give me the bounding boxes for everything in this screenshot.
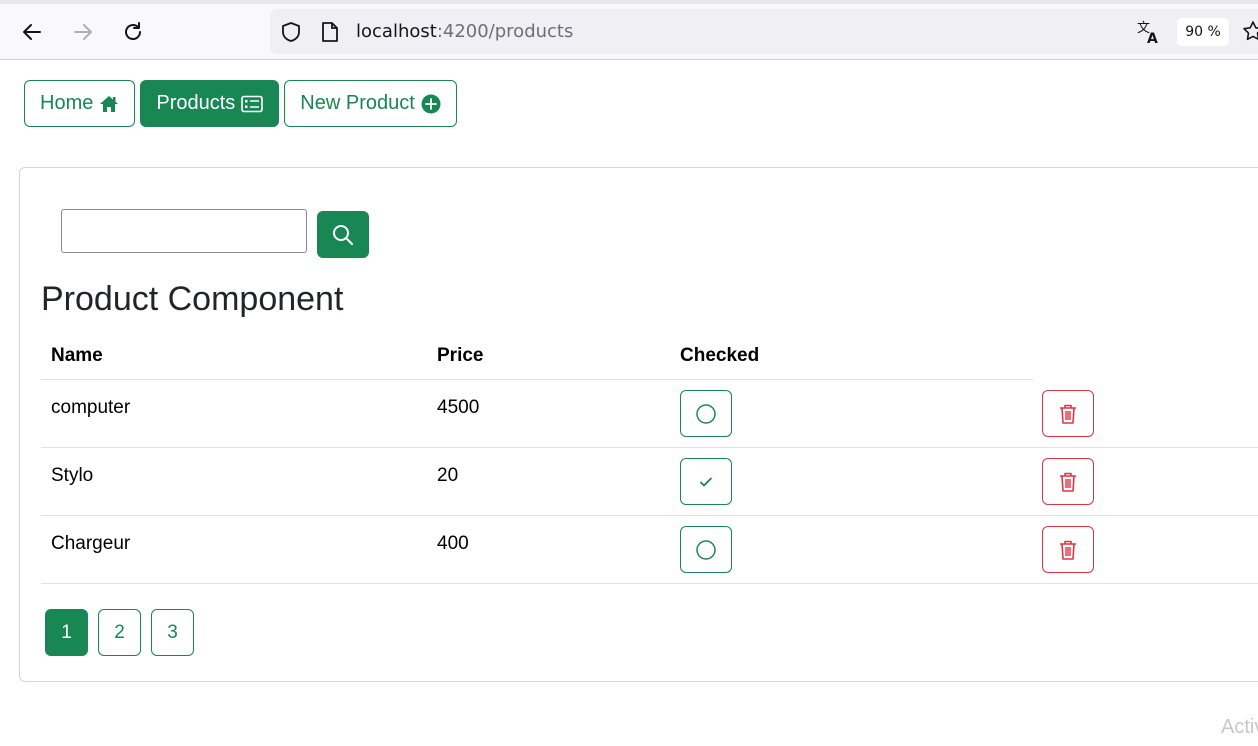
house-icon (100, 95, 119, 112)
reload-button[interactable] (119, 18, 147, 46)
product-price: 400 (437, 533, 469, 554)
page-icon[interactable] (320, 21, 340, 48)
product-price: 4500 (437, 397, 480, 418)
delete-button[interactable] (1042, 458, 1094, 505)
activation-watermark: Activ (1221, 716, 1258, 738)
page-button-2[interactable]: 2 (98, 609, 141, 656)
svg-text:A: A (1147, 31, 1158, 45)
home-label: Home (40, 92, 94, 114)
search-input[interactable] (61, 209, 307, 253)
arrow-left-icon (23, 24, 41, 40)
column-header-checked[interactable]: Checked (680, 345, 759, 367)
product-name: Chargeur (51, 533, 131, 554)
search-icon (333, 224, 353, 245)
delete-button[interactable] (1042, 390, 1094, 437)
product-name: computer (51, 397, 131, 418)
app-nav: Home Products New Product (24, 80, 457, 127)
forward-button[interactable] (69, 18, 97, 46)
products-button[interactable]: Products (140, 80, 280, 127)
url-host: localhost (356, 21, 437, 42)
trash-icon (1060, 404, 1076, 424)
trash-icon (1060, 540, 1076, 560)
page-button-1[interactable]: 1 (45, 609, 88, 656)
circle-icon (696, 403, 716, 424)
check-icon (700, 477, 712, 486)
check-toggle-button[interactable] (680, 458, 732, 505)
table-header-divider (41, 379, 1033, 380)
new-product-label: New Product (300, 92, 415, 114)
card-list-icon (241, 95, 264, 112)
product-name: Stylo (51, 465, 94, 486)
row-divider (41, 583, 1258, 584)
products-label: Products (156, 92, 236, 114)
plus-circle-icon (421, 94, 441, 113)
url-path: :4200/products (436, 21, 574, 42)
check-toggle-button[interactable] (680, 390, 732, 437)
arrow-right-icon (74, 24, 92, 40)
tab-strip-edge (0, 0, 1258, 4)
products-card: Product Component Name Price Checked com… (19, 167, 1258, 682)
column-header-price[interactable]: Price (437, 345, 483, 367)
row-divider (41, 447, 1258, 448)
zoom-level-badge[interactable]: 90 % (1177, 18, 1229, 46)
translate-icon[interactable]: 文A (1136, 19, 1162, 50)
reload-icon (125, 22, 141, 40)
delete-button[interactable] (1042, 526, 1094, 573)
shield-icon[interactable] (280, 21, 302, 48)
new-product-button[interactable]: New Product (284, 80, 457, 127)
search-button[interactable] (317, 211, 369, 258)
circle-icon (696, 539, 716, 560)
page-title: Product Component (41, 280, 344, 318)
star-icon[interactable] (1242, 20, 1258, 47)
trash-icon (1060, 472, 1076, 492)
url-text[interactable]: localhost:4200/products (356, 21, 573, 42)
check-toggle-button[interactable] (680, 526, 732, 573)
home-button[interactable]: Home (24, 80, 136, 127)
row-divider (41, 515, 1258, 516)
product-price: 20 (437, 465, 459, 486)
back-button[interactable] (18, 18, 46, 46)
browser-toolbar: localhost:4200/products 文A 90 % (0, 0, 1258, 60)
column-header-name[interactable]: Name (51, 345, 103, 367)
page-button-3[interactable]: 3 (151, 609, 194, 656)
